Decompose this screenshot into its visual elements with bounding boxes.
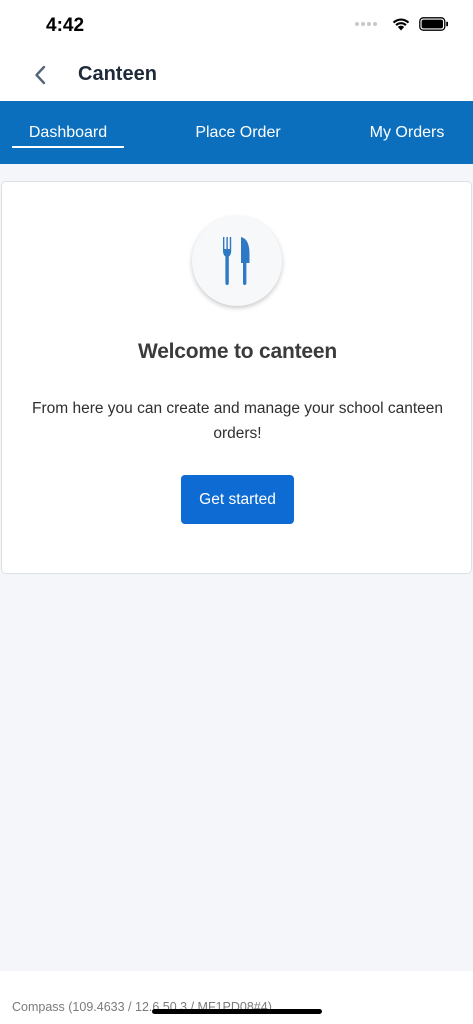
active-tab-indicator	[12, 146, 124, 148]
back-button[interactable]	[28, 62, 52, 88]
welcome-card: Welcome to canteen From here you can cre…	[1, 181, 472, 574]
wifi-icon	[392, 18, 410, 31]
welcome-title: Welcome to canteen	[137, 340, 338, 363]
home-indicator[interactable]	[152, 1009, 322, 1014]
cutlery-icon	[223, 237, 250, 285]
icon-circle	[192, 216, 282, 306]
get-started-button[interactable]: Get started	[181, 475, 294, 524]
nav-bar: Canteen	[0, 50, 473, 101]
tab-my-orders[interactable]: My Orders	[352, 101, 462, 164]
status-icons	[355, 16, 449, 31]
welcome-description: From here you can create and manage your…	[32, 400, 443, 442]
status-time: 4:42	[46, 15, 85, 36]
tab-bar: Dashboard Place Order My Orders	[0, 101, 473, 164]
footer: Compass (109.4633 / 12.6.50.3 / MF1PD08#…	[0, 971, 473, 1024]
cellular-signal-icon	[355, 21, 377, 26]
tab-place-order[interactable]: Place Order	[178, 101, 298, 164]
chevron-left-icon	[35, 65, 46, 85]
tab-dashboard[interactable]: Dashboard	[12, 101, 124, 164]
page-title: Canteen	[78, 63, 157, 85]
status-bar: 4:42	[0, 0, 473, 50]
screen: 4:42 Canteen Dashboard Place Order My Or…	[0, 0, 473, 1024]
battery-icon	[419, 16, 448, 31]
